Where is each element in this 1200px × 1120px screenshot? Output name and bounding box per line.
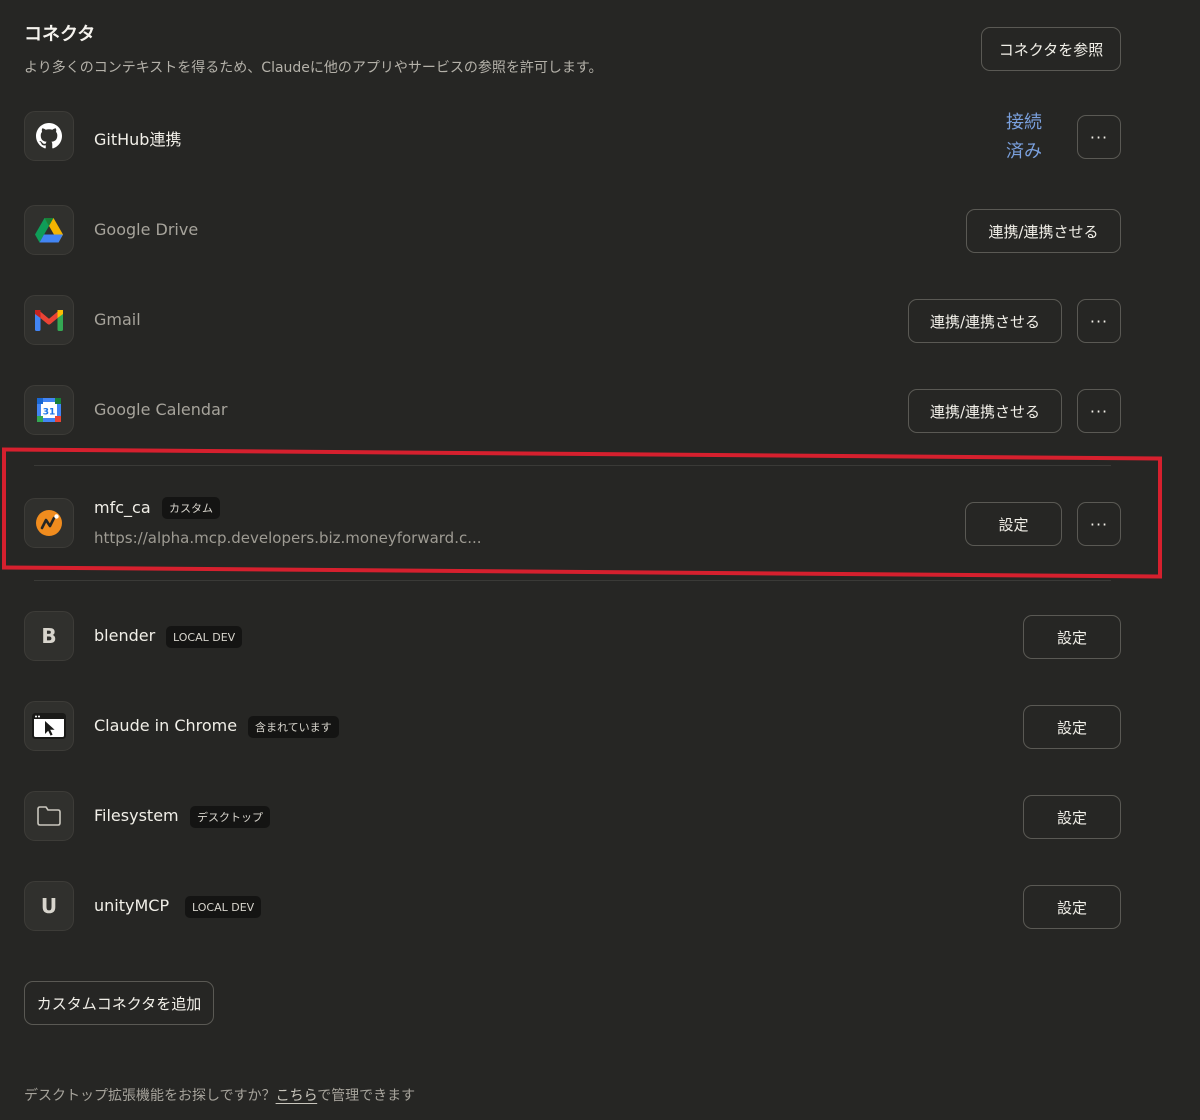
connected-status: 接続 済み [1003,108,1045,166]
connector-name-unitymcp: unityMCP [94,896,170,915]
unitymcp-settings-button[interactable]: 設定 [1023,885,1121,929]
connector-url: https://alpha.mcp.developers.biz.moneyfo… [94,529,482,547]
gmail-connect-button[interactable]: 連携/連携させる [908,299,1062,343]
money-forward-icon [24,498,74,548]
mfc-ca-more-button[interactable]: ··· [1077,502,1121,546]
letter-u-text: U [40,894,58,918]
google-calendar-icon: 31 [24,385,74,435]
connector-name-blender: blender [94,626,156,645]
footer-link[interactable]: こちら [276,1088,318,1104]
calendar-date-text: 31 [43,408,56,418]
footer-suffix: で管理できます [317,1088,416,1104]
divider [34,465,1111,466]
google-drive-connect-button[interactable]: 連携/連携させる [966,209,1121,253]
local-dev-badge: LOCAL DEV [185,896,262,918]
connector-name-github: GitHub連携 [94,130,182,149]
connectors-settings-page: コネクタ より多くのコンテキストを得るため、Claudeに他のアプリやサービスの… [0,0,1200,1120]
google-calendar-more-button[interactable]: ··· [1077,389,1121,433]
google-calendar-connect-button[interactable]: 連携/連携させる [908,389,1062,433]
page-title: コネクタ [24,24,96,45]
gmail-more-button[interactable]: ··· [1077,299,1121,343]
footer-text: デスクトップ拡張機能をお探しですか？こちらで管理できます [24,1085,415,1105]
connector-name-claude-in-chrome: Claude in Chrome [94,716,238,735]
browser-cursor-icon [24,701,74,751]
blender-settings-button[interactable]: 設定 [1023,615,1121,659]
connector-name-filesystem: Filesystem [94,806,179,825]
connector-name-google-calendar: Google Calendar [94,400,228,419]
connector-name-mfc-ca: mfc_ca [94,498,151,517]
page-subtitle: より多くのコンテキストを得るため、Claudeに他のアプリやサービスの参照を許可… [24,60,603,76]
github-more-button[interactable]: ··· [1077,115,1121,159]
custom-badge: カスタム [162,497,220,519]
connector-name-gmail: Gmail [94,310,141,329]
desktop-badge: デスクトップ [190,806,270,828]
gmail-icon [24,295,74,345]
divider [34,580,1111,581]
footer-prefix: デスクトップ拡張機能をお探しですか？ [24,1088,276,1104]
connector-name-google-drive: Google Drive [94,220,199,239]
letter-u-icon: U [24,881,74,931]
filesystem-settings-button[interactable]: 設定 [1023,795,1121,839]
letter-b-text: B [41,624,57,648]
letter-b-icon: B [24,611,74,661]
google-drive-icon [24,205,74,255]
connected-status-line1: 接続 [1006,112,1042,133]
github-icon [24,111,74,161]
folder-icon [24,791,74,841]
claude-in-chrome-settings-button[interactable]: 設定 [1023,705,1121,749]
mfc-ca-settings-button[interactable]: 設定 [965,502,1062,546]
add-custom-connector-button[interactable]: カスタムコネクタを追加 [24,981,214,1025]
included-badge: 含まれています [248,716,339,738]
local-dev-badge: LOCAL DEV [166,626,243,648]
connected-status-line2: 済み [1006,141,1042,162]
browse-connectors-button[interactable]: コネクタを参照 [981,27,1121,71]
